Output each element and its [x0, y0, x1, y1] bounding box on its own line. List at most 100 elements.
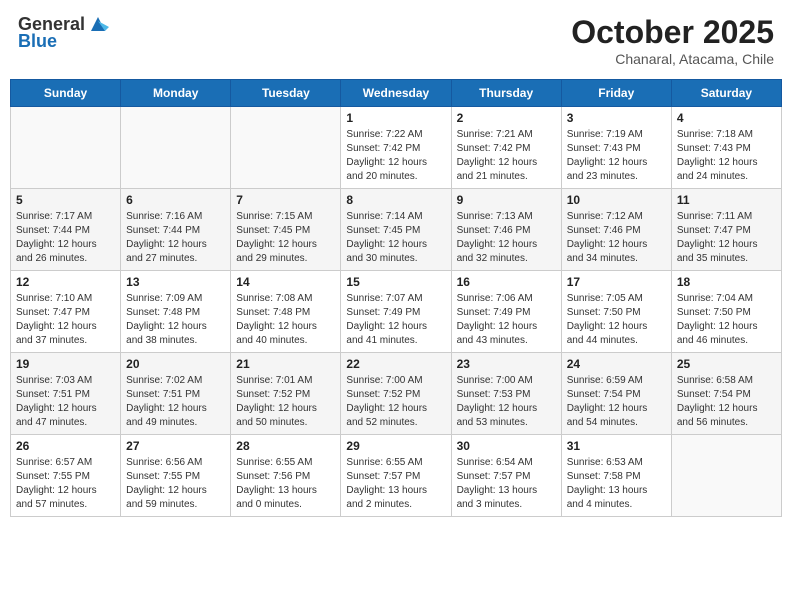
day-info: Sunrise: 6:55 AM Sunset: 7:57 PM Dayligh…	[346, 456, 445, 512]
page-header: General Blue October 2025 Chanaral, Atac…	[10, 10, 782, 71]
day-number: 14	[236, 275, 335, 289]
day-number: 25	[677, 357, 776, 371]
calendar-week-row: 26 Sunrise: 6:57 AM Sunset: 7:55 PM Dayli…	[11, 435, 782, 517]
day-number: 21	[236, 357, 335, 371]
day-info: Sunrise: 7:19 AM Sunset: 7:43 PM Dayligh…	[567, 128, 666, 184]
day-number: 26	[16, 439, 115, 453]
day-info: Sunrise: 7:21 AM Sunset: 7:42 PM Dayligh…	[457, 128, 556, 184]
day-info: Sunrise: 7:00 AM Sunset: 7:52 PM Dayligh…	[346, 374, 445, 430]
calendar-day-cell	[671, 435, 781, 517]
calendar-week-row: 19Sunrise: 7:03 AM Sunset: 7:51 PM Dayli…	[11, 353, 782, 435]
calendar-week-row: 12 Sunrise: 7:10 AM Sunset: 7:47 PM Dayli…	[11, 271, 782, 353]
calendar-header-row: SundayMondayTuesdayWednesdayThursdayFrid…	[11, 80, 782, 107]
day-number: 17	[567, 275, 666, 289]
calendar-day-cell: 13 Sunrise: 7:09 AM Sunset: 7:48 PM Dayli…	[121, 271, 231, 353]
day-number: 8	[346, 193, 445, 207]
calendar-day-cell: 14 Sunrise: 7:08 AM Sunset: 7:48 PM Dayli…	[231, 271, 341, 353]
day-info: Sunrise: 6:57 AM Sunset: 7:55 PM Dayligh…	[16, 456, 115, 512]
calendar-day-cell: 4 Sunrise: 7:18 AM Sunset: 7:43 PM Daylig…	[671, 107, 781, 189]
calendar-day-cell: 24Sunrise: 6:59 AM Sunset: 7:54 PM Dayli…	[561, 353, 671, 435]
day-of-week-header: Friday	[561, 80, 671, 107]
calendar-day-cell	[121, 107, 231, 189]
day-info: Sunrise: 7:02 AM Sunset: 7:51 PM Dayligh…	[126, 374, 225, 430]
calendar-day-cell: 23Sunrise: 7:00 AM Sunset: 7:53 PM Dayli…	[451, 353, 561, 435]
day-info: Sunrise: 7:18 AM Sunset: 7:43 PM Dayligh…	[677, 128, 776, 184]
day-info: Sunrise: 7:05 AM Sunset: 7:50 PM Dayligh…	[567, 292, 666, 348]
day-number: 5	[16, 193, 115, 207]
day-number: 12	[16, 275, 115, 289]
day-number: 6	[126, 193, 225, 207]
day-info: Sunrise: 6:58 AM Sunset: 7:54 PM Dayligh…	[677, 374, 776, 430]
day-info: Sunrise: 6:56 AM Sunset: 7:55 PM Dayligh…	[126, 456, 225, 512]
calendar-week-row: 5 Sunrise: 7:17 AM Sunset: 7:44 PM Daylig…	[11, 189, 782, 271]
calendar-day-cell: 15 Sunrise: 7:07 AM Sunset: 7:49 PM Dayli…	[341, 271, 451, 353]
title-area: October 2025 Chanaral, Atacama, Chile	[571, 14, 774, 67]
day-info: Sunrise: 6:59 AM Sunset: 7:54 PM Dayligh…	[567, 374, 666, 430]
calendar-day-cell: 6 Sunrise: 7:16 AM Sunset: 7:44 PM Daylig…	[121, 189, 231, 271]
calendar-day-cell: 19Sunrise: 7:03 AM Sunset: 7:51 PM Dayli…	[11, 353, 121, 435]
day-number: 20	[126, 357, 225, 371]
calendar-day-cell: 1 Sunrise: 7:22 AM Sunset: 7:42 PM Daylig…	[341, 107, 451, 189]
day-info: Sunrise: 7:11 AM Sunset: 7:47 PM Dayligh…	[677, 210, 776, 266]
day-number: 15	[346, 275, 445, 289]
calendar-day-cell: 28Sunrise: 6:55 AM Sunset: 7:56 PM Dayli…	[231, 435, 341, 517]
day-info: Sunrise: 7:10 AM Sunset: 7:47 PM Dayligh…	[16, 292, 115, 348]
day-info: Sunrise: 7:00 AM Sunset: 7:53 PM Dayligh…	[457, 374, 556, 430]
day-number: 30	[457, 439, 556, 453]
day-info: Sunrise: 7:03 AM Sunset: 7:51 PM Dayligh…	[16, 374, 115, 430]
day-number: 9	[457, 193, 556, 207]
calendar-day-cell: 9Sunrise: 7:13 AM Sunset: 7:46 PM Daylig…	[451, 189, 561, 271]
calendar-day-cell: 16 Sunrise: 7:06 AM Sunset: 7:49 PM Dayli…	[451, 271, 561, 353]
day-of-week-header: Wednesday	[341, 80, 451, 107]
logo-icon	[87, 13, 109, 35]
day-number: 4	[677, 111, 776, 125]
day-of-week-header: Sunday	[11, 80, 121, 107]
calendar-day-cell: 21 Sunrise: 7:01 AM Sunset: 7:52 PM Dayli…	[231, 353, 341, 435]
day-info: Sunrise: 7:17 AM Sunset: 7:44 PM Dayligh…	[16, 210, 115, 266]
calendar-day-cell: 17 Sunrise: 7:05 AM Sunset: 7:50 PM Dayli…	[561, 271, 671, 353]
calendar-day-cell: 2Sunrise: 7:21 AM Sunset: 7:42 PM Daylig…	[451, 107, 561, 189]
day-of-week-header: Monday	[121, 80, 231, 107]
day-info: Sunrise: 6:53 AM Sunset: 7:58 PM Dayligh…	[567, 456, 666, 512]
calendar-day-cell	[11, 107, 121, 189]
day-number: 31	[567, 439, 666, 453]
day-number: 16	[457, 275, 556, 289]
day-number: 22	[346, 357, 445, 371]
day-info: Sunrise: 7:06 AM Sunset: 7:49 PM Dayligh…	[457, 292, 556, 348]
calendar-day-cell: 31 Sunrise: 6:53 AM Sunset: 7:58 PM Dayli…	[561, 435, 671, 517]
day-of-week-header: Thursday	[451, 80, 561, 107]
month-title: October 2025	[571, 14, 774, 51]
day-number: 7	[236, 193, 335, 207]
calendar-day-cell: 26 Sunrise: 6:57 AM Sunset: 7:55 PM Dayli…	[11, 435, 121, 517]
day-info: Sunrise: 7:12 AM Sunset: 7:46 PM Dayligh…	[567, 210, 666, 266]
calendar-day-cell: 3 Sunrise: 7:19 AM Sunset: 7:43 PM Daylig…	[561, 107, 671, 189]
day-info: Sunrise: 6:55 AM Sunset: 7:56 PM Dayligh…	[236, 456, 335, 512]
day-number: 29	[346, 439, 445, 453]
day-info: Sunrise: 7:07 AM Sunset: 7:49 PM Dayligh…	[346, 292, 445, 348]
calendar-day-cell: 22 Sunrise: 7:00 AM Sunset: 7:52 PM Dayli…	[341, 353, 451, 435]
day-info: Sunrise: 7:08 AM Sunset: 7:48 PM Dayligh…	[236, 292, 335, 348]
day-info: Sunrise: 7:09 AM Sunset: 7:48 PM Dayligh…	[126, 292, 225, 348]
day-number: 3	[567, 111, 666, 125]
day-info: Sunrise: 7:16 AM Sunset: 7:44 PM Dayligh…	[126, 210, 225, 266]
day-number: 13	[126, 275, 225, 289]
calendar-day-cell: 11 Sunrise: 7:11 AM Sunset: 7:47 PM Dayli…	[671, 189, 781, 271]
calendar-day-cell: 20 Sunrise: 7:02 AM Sunset: 7:51 PM Dayli…	[121, 353, 231, 435]
calendar-day-cell: 30 Sunrise: 6:54 AM Sunset: 7:57 PM Dayli…	[451, 435, 561, 517]
day-number: 11	[677, 193, 776, 207]
day-number: 1	[346, 111, 445, 125]
day-info: Sunrise: 7:22 AM Sunset: 7:42 PM Dayligh…	[346, 128, 445, 184]
day-info: Sunrise: 7:01 AM Sunset: 7:52 PM Dayligh…	[236, 374, 335, 430]
day-info: Sunrise: 7:14 AM Sunset: 7:45 PM Dayligh…	[346, 210, 445, 266]
calendar-day-cell	[231, 107, 341, 189]
day-number: 10	[567, 193, 666, 207]
calendar-table: SundayMondayTuesdayWednesdayThursdayFrid…	[10, 79, 782, 517]
calendar-day-cell: 18Sunrise: 7:04 AM Sunset: 7:50 PM Dayli…	[671, 271, 781, 353]
calendar-day-cell: 10 Sunrise: 7:12 AM Sunset: 7:46 PM Dayli…	[561, 189, 671, 271]
day-info: Sunrise: 6:54 AM Sunset: 7:57 PM Dayligh…	[457, 456, 556, 512]
day-info: Sunrise: 7:15 AM Sunset: 7:45 PM Dayligh…	[236, 210, 335, 266]
calendar-day-cell: 12 Sunrise: 7:10 AM Sunset: 7:47 PM Dayli…	[11, 271, 121, 353]
logo-blue: Blue	[18, 31, 57, 52]
calendar-day-cell: 7 Sunrise: 7:15 AM Sunset: 7:45 PM Daylig…	[231, 189, 341, 271]
calendar-day-cell: 8 Sunrise: 7:14 AM Sunset: 7:45 PM Daylig…	[341, 189, 451, 271]
